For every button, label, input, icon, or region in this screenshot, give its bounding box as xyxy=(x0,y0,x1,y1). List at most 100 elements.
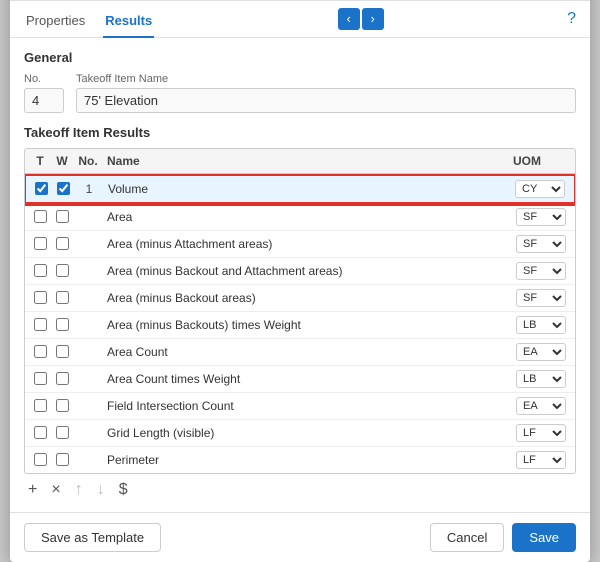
row-uom[interactable]: LFCYSFLBEA xyxy=(511,424,571,442)
uom-select[interactable]: LFCYSFLBEA xyxy=(516,424,566,442)
row-w-checkbox[interactable] xyxy=(51,237,73,250)
table-row: Area (minus Backout areas) SFCYLBEALF xyxy=(25,285,575,312)
save-button[interactable]: Save xyxy=(512,523,576,552)
no-group: No. xyxy=(24,73,64,113)
header-no: No. xyxy=(73,154,103,168)
header-uom: UOM xyxy=(497,154,557,168)
uom-select[interactable]: SFCYLBEALF xyxy=(516,289,566,307)
row-t-checkbox[interactable] xyxy=(29,345,51,358)
row-name: Area (minus Backout and Attachment areas… xyxy=(103,264,511,278)
row-w-checkbox[interactable] xyxy=(51,318,73,331)
row-uom[interactable]: SFCYLBEALF xyxy=(511,262,571,280)
row-t-checkbox[interactable] xyxy=(30,182,52,195)
help-icon[interactable]: ? xyxy=(567,10,576,34)
row-w-checkbox[interactable] xyxy=(51,372,73,385)
footer-right: Cancel Save xyxy=(430,523,576,552)
row-w-checkbox[interactable] xyxy=(51,291,73,304)
table-row: Area Count EACYSFLBLF xyxy=(25,339,575,366)
uom-select[interactable]: SFCYLBEALF xyxy=(516,235,566,253)
table-body: 1 Volume CYSFLBEALF Area xyxy=(25,174,575,473)
row-no: 1 xyxy=(74,182,104,196)
row-w-checkbox[interactable] xyxy=(51,399,73,412)
row-t-checkbox[interactable] xyxy=(29,291,51,304)
row-t-checkbox[interactable] xyxy=(29,264,51,277)
modal: Takeoff Item Properties × Properties Res… xyxy=(10,0,590,562)
prev-arrow[interactable]: ‹ xyxy=(338,8,360,30)
row-uom[interactable]: SFCYLBEALF xyxy=(511,208,571,226)
row-t-checkbox[interactable] xyxy=(29,453,51,466)
dollar-button[interactable]: $ xyxy=(115,480,132,500)
table-row: Grid Length (visible) LFCYSFLBEA xyxy=(25,420,575,447)
row-uom[interactable]: SFCYLBEALF xyxy=(511,289,571,307)
uom-select[interactable]: CYSFLBEALF xyxy=(515,180,565,198)
nav-arrows: ‹ › xyxy=(338,8,384,36)
results-section-label: Takeoff Item Results xyxy=(24,125,576,140)
delete-button[interactable]: × xyxy=(47,480,64,500)
name-label: Takeoff Item Name xyxy=(76,73,576,85)
name-input[interactable] xyxy=(76,88,576,113)
row-t-checkbox[interactable] xyxy=(29,318,51,331)
row-t-checkbox[interactable] xyxy=(29,372,51,385)
uom-select[interactable]: EACYSFLBLF xyxy=(516,397,566,415)
row-w-checkbox[interactable] xyxy=(51,345,73,358)
general-form-row: No. Takeoff Item Name xyxy=(24,73,576,113)
uom-select[interactable]: LFCYSFLBEA xyxy=(516,451,566,469)
row-uom[interactable]: LFCYSFLBEA xyxy=(511,451,571,469)
row-uom[interactable]: CYSFLBEALF xyxy=(510,180,570,198)
table-row: Perimeter LFCYSFLBEA xyxy=(25,447,575,473)
uom-select[interactable]: EACYSFLBLF xyxy=(516,343,566,361)
row-uom[interactable]: SFCYLBEALF xyxy=(511,235,571,253)
move-down-button[interactable]: ↓ xyxy=(93,480,109,500)
modal-footer: Save as Template Cancel Save xyxy=(10,512,590,562)
row-name: Area Count xyxy=(103,345,511,359)
uom-select[interactable]: LBCYSFEALF xyxy=(516,370,566,388)
row-uom[interactable]: LBCYSFEALF xyxy=(511,370,571,388)
row-name: Area (minus Attachment areas) xyxy=(103,237,511,251)
uom-select[interactable]: SFCYLBEALF xyxy=(516,262,566,280)
tab-properties[interactable]: Properties xyxy=(24,7,87,38)
row-w-checkbox[interactable] xyxy=(51,210,73,223)
row-uom[interactable]: LBCYSFEALF xyxy=(511,316,571,334)
header-w: W xyxy=(51,154,73,168)
table-row: Area SFCYLBEALF xyxy=(25,204,575,231)
modal-body: General No. Takeoff Item Name Takeoff It… xyxy=(10,38,590,512)
table-row: Area (minus Backouts) times Weight LBCYS… xyxy=(25,312,575,339)
row-name: Area Count times Weight xyxy=(103,372,511,386)
uom-select[interactable]: SFCYLBEALF xyxy=(516,208,566,226)
row-w-checkbox[interactable] xyxy=(51,426,73,439)
row-name: Grid Length (visible) xyxy=(103,426,511,440)
table-row: 1 Volume CYSFLBEALF xyxy=(25,174,575,204)
row-uom[interactable]: EACYSFLBLF xyxy=(511,397,571,415)
row-t-checkbox[interactable] xyxy=(29,210,51,223)
row-w-checkbox[interactable] xyxy=(51,264,73,277)
header-t: T xyxy=(29,154,51,168)
toolbar: + × ↑ ↓ $ xyxy=(24,474,576,500)
table-row: Field Intersection Count EACYSFLBLF xyxy=(25,393,575,420)
results-table: T W No. Name UOM 1 Volume xyxy=(24,148,576,474)
row-name: Volume xyxy=(104,182,510,196)
tabs-bar: Properties Results ‹ › ? xyxy=(10,1,590,38)
row-name: Area (minus Backouts) times Weight xyxy=(103,318,511,332)
uom-select[interactable]: LBCYSFEALF xyxy=(516,316,566,334)
row-name: Area xyxy=(103,210,511,224)
save-template-button[interactable]: Save as Template xyxy=(24,523,161,552)
table-row: Area (minus Backout and Attachment areas… xyxy=(25,258,575,285)
row-t-checkbox[interactable] xyxy=(29,426,51,439)
add-button[interactable]: + xyxy=(24,480,41,500)
no-input[interactable] xyxy=(24,88,64,113)
results-section: Takeoff Item Results T W No. Name UOM xyxy=(24,125,576,500)
general-section-label: General xyxy=(24,50,576,65)
footer-left: Save as Template xyxy=(24,523,161,552)
row-t-checkbox[interactable] xyxy=(29,399,51,412)
tab-results[interactable]: Results xyxy=(103,7,154,38)
row-w-checkbox[interactable] xyxy=(51,453,73,466)
move-up-button[interactable]: ↑ xyxy=(71,480,87,500)
cancel-button[interactable]: Cancel xyxy=(430,523,504,552)
name-group: Takeoff Item Name xyxy=(76,73,576,113)
row-uom[interactable]: EACYSFLBLF xyxy=(511,343,571,361)
row-name: Perimeter xyxy=(103,453,511,467)
table-header: T W No. Name UOM xyxy=(25,149,575,174)
next-arrow[interactable]: › xyxy=(362,8,384,30)
row-t-checkbox[interactable] xyxy=(29,237,51,250)
row-w-checkbox[interactable] xyxy=(52,182,74,195)
